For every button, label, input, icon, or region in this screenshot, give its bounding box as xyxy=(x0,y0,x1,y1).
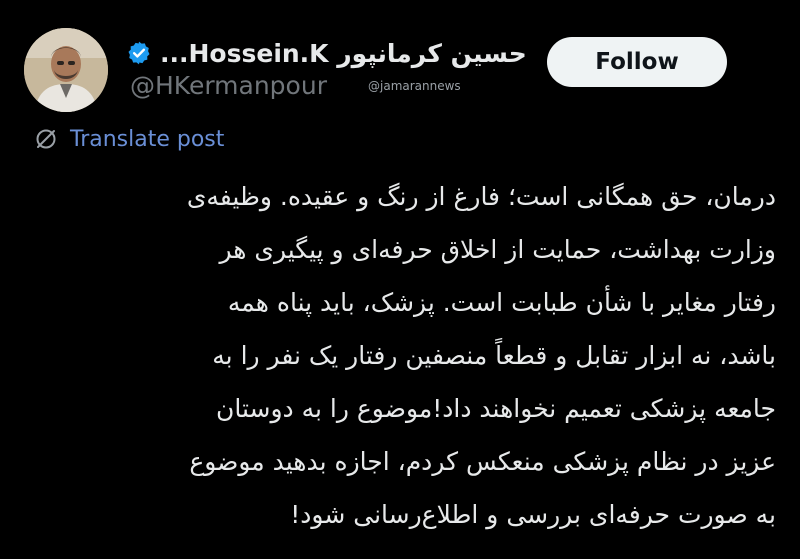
verified-badge-icon xyxy=(126,40,152,66)
author-name-row[interactable]: حسین کرمانپور Hossein.K... xyxy=(126,36,527,70)
translate-post-label[interactable]: Translate post xyxy=(70,127,224,152)
avatar[interactable] xyxy=(24,28,108,112)
follow-button[interactable]: Follow xyxy=(547,37,727,87)
post-line: عزیز در نظام پزشکی منعکس کردم، اجازه بده… xyxy=(189,447,776,476)
translate-post-link[interactable]: Translate post xyxy=(34,124,224,154)
user-handle[interactable]: @HKermanpour xyxy=(130,71,327,100)
post-line: باشد، نه ابزار تقابل و قطعاً منصفین رفتا… xyxy=(212,341,776,370)
post-line: جامعه پزشکی تعمیم نخواهند داد!موضوع را ب… xyxy=(215,394,776,423)
post-text: درمان، حق همگانی است؛ فارغ از رنگ و عقید… xyxy=(36,170,776,541)
post-line: وزارت بهداشت، حمایت از اخلاق حرفه‌ای و پ… xyxy=(219,235,776,264)
avatar-photo xyxy=(24,28,108,112)
source-watermark: @jamarannews xyxy=(368,79,461,93)
post-line: درمان، حق همگانی است؛ فارغ از رنگ و عقید… xyxy=(186,182,776,211)
post-line: به صورت حرفه‌ای بررسی و اطلاع‌رسانی شود! xyxy=(290,500,776,529)
post-line: رفتار مغایر با شأن طبابت است. پزشک، باید… xyxy=(227,288,776,317)
display-name[interactable]: حسین کرمانپور Hossein.K... xyxy=(160,39,527,68)
globe-slash-icon xyxy=(34,127,58,151)
